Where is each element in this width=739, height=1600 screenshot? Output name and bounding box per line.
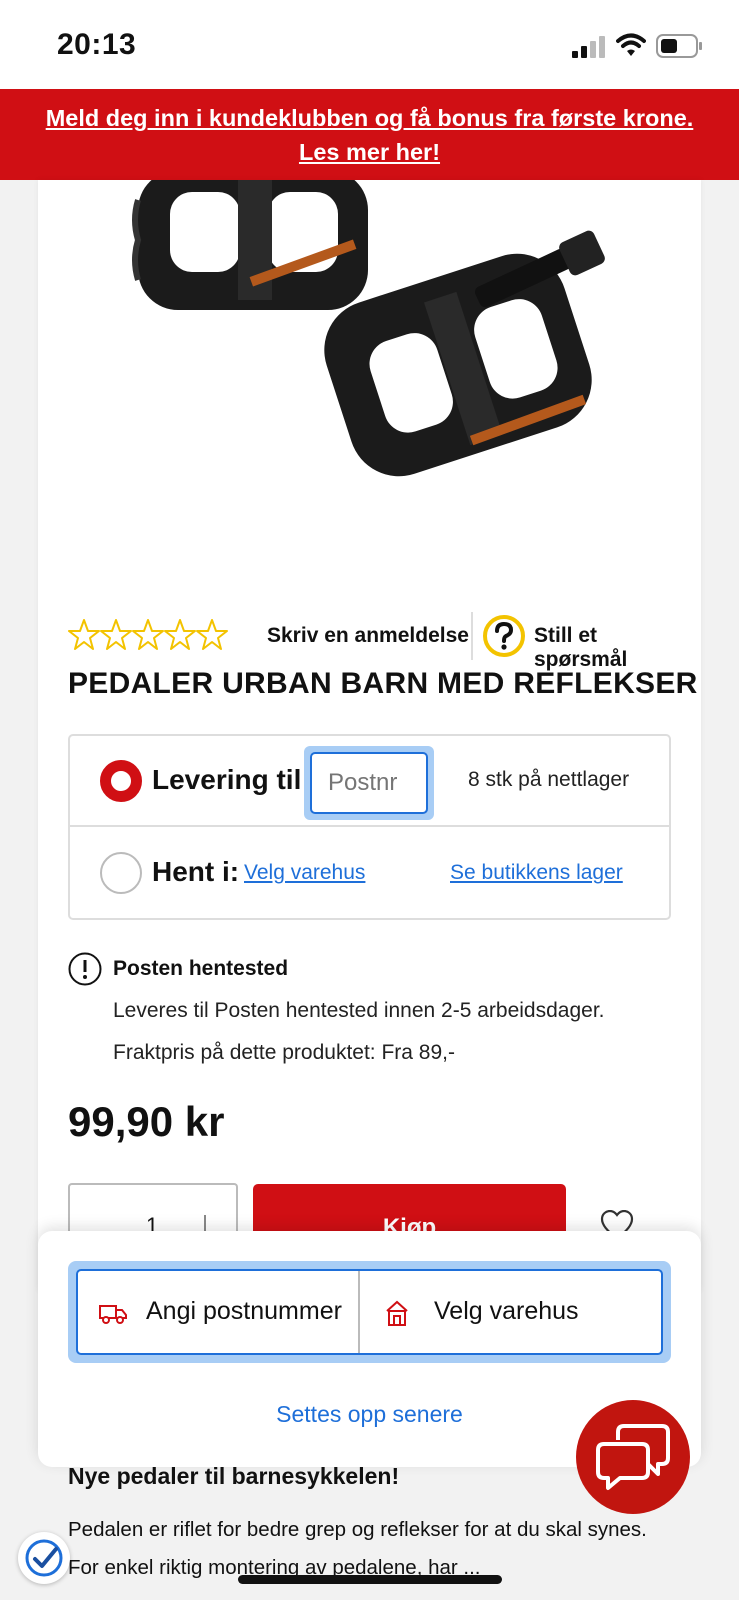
delivery-option-home[interactable]: Levering til: 8 stk på nettlager <box>70 736 669 827</box>
choose-store-label: Velg varehus <box>434 1297 579 1325</box>
postnr-input[interactable] <box>310 752 428 814</box>
info-icon <box>68 952 102 986</box>
pickup-label: Hent i: <box>152 856 240 887</box>
pickup-radio[interactable] <box>100 852 142 894</box>
set-postcode-button[interactable]: Angi postnummer <box>78 1271 360 1353</box>
promo-banner[interactable]: Meld deg inn i kundeklubben og få bonus … <box>0 89 739 180</box>
chat-icon <box>596 1424 670 1490</box>
write-review-link[interactable]: Skriv en anmeldelse <box>267 624 469 648</box>
product-title: PEDALER URBAN BARN MED REFLEKSER <box>68 667 698 700</box>
truck-icon <box>99 1305 127 1324</box>
promo-text[interactable]: Meld deg inn i kundeklubben og få bonus … <box>46 105 694 131</box>
postnr-focus-ring <box>304 746 434 820</box>
chat-button[interactable] <box>576 1400 690 1514</box>
rating-row: Skriv en anmeldelse Still et spørsmål <box>68 612 688 671</box>
sheet-button-group: Angi postnummer Velg varehus <box>76 1269 663 1355</box>
store-icon <box>386 1300 408 1326</box>
promo-read-more-link[interactable]: Les mer her! <box>299 139 440 165</box>
shipping-info-line: Leveres til Posten hentested innen 2-5 a… <box>113 999 605 1022</box>
delivery-label: Levering til: <box>152 764 311 795</box>
battery-icon <box>656 34 702 58</box>
shipping-info-title: Posten hentested <box>113 957 289 980</box>
delivery-option-pickup[interactable]: Hent i: Velg varehus Se butikkens lager <box>70 828 669 919</box>
set-postcode-label: Angi postnummer <box>146 1297 342 1325</box>
delivery-options: Levering til: 8 stk på nettlager Hent i:… <box>68 734 671 920</box>
home-indicator <box>238 1575 502 1584</box>
wifi-icon <box>616 33 646 56</box>
product-price: 99,90 kr <box>68 1098 225 1145</box>
store-stock-link[interactable]: Se butikkens lager <box>450 861 623 885</box>
sheet-focus-ring: Angi postnummer Velg varehus <box>68 1261 671 1363</box>
trust-badge-icon[interactable] <box>18 1532 70 1584</box>
rating-divider <box>471 612 473 660</box>
signal-icon <box>572 36 605 58</box>
delivery-radio-selected[interactable] <box>100 760 142 802</box>
rating-stars[interactable] <box>68 618 228 656</box>
online-stock-text: 8 stk på nettlager <box>468 768 630 791</box>
checkmark-badge-icon <box>25 1539 63 1577</box>
status-bar: 20:13 <box>0 0 739 89</box>
status-time: 20:13 <box>57 28 137 61</box>
description-title: Nye pedaler til barnesykkelen! <box>68 1463 400 1489</box>
ask-question-link[interactable]: Still et spørsmål <box>534 624 688 672</box>
shipping-price-line: Fraktpris på dette produktet: Fra 89,- <box>113 1041 455 1064</box>
choose-store-link[interactable]: Velg varehus <box>244 861 365 885</box>
choose-store-button[interactable]: Velg varehus <box>362 1271 661 1353</box>
question-icon[interactable] <box>482 614 526 658</box>
product-image[interactable] <box>128 180 648 480</box>
description-line: Pedalen er riflet for bedre grep og refl… <box>68 1518 647 1541</box>
product-card: Skriv en anmeldelse Still et spørsmål PE… <box>38 180 701 1290</box>
